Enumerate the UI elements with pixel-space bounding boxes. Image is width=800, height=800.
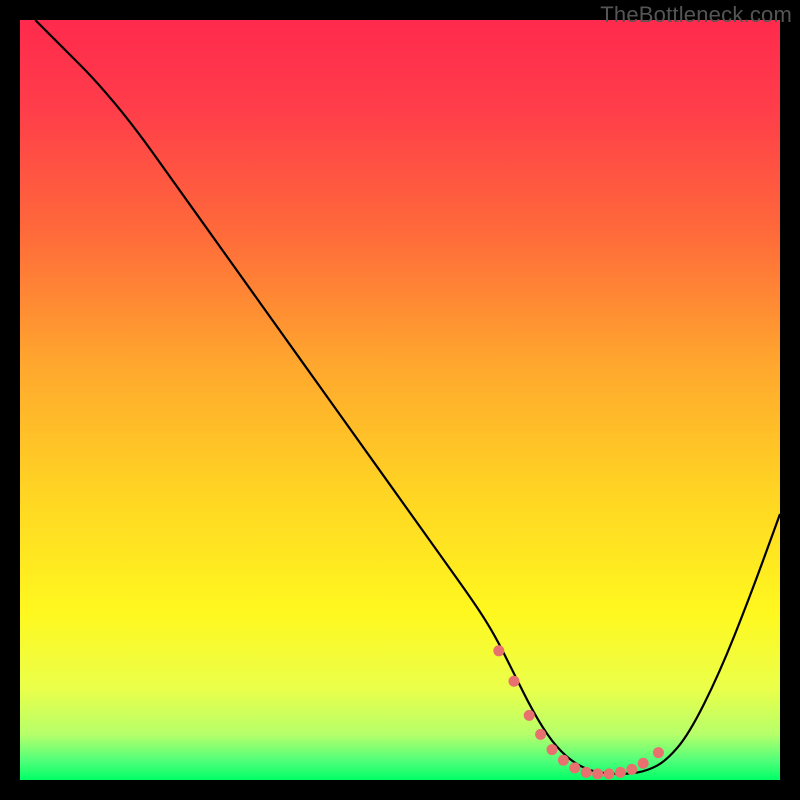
marker-dot — [581, 767, 592, 778]
marker-dot — [638, 758, 649, 769]
marker-dot — [592, 768, 603, 779]
marker-dot — [653, 747, 664, 758]
chart-frame — [20, 20, 780, 780]
chart-svg — [20, 20, 780, 780]
marker-dot — [604, 768, 615, 779]
marker-dot — [558, 755, 569, 766]
marker-dot — [524, 710, 535, 721]
marker-dot — [569, 762, 580, 773]
marker-dot — [509, 676, 520, 687]
marker-dot — [535, 729, 546, 740]
marker-dot — [547, 744, 558, 755]
marker-dot — [493, 645, 504, 656]
marker-dot — [626, 764, 637, 775]
watermark-text: TheBottleneck.com — [600, 2, 792, 28]
marker-dot — [615, 767, 626, 778]
gradient-fill — [20, 20, 780, 780]
